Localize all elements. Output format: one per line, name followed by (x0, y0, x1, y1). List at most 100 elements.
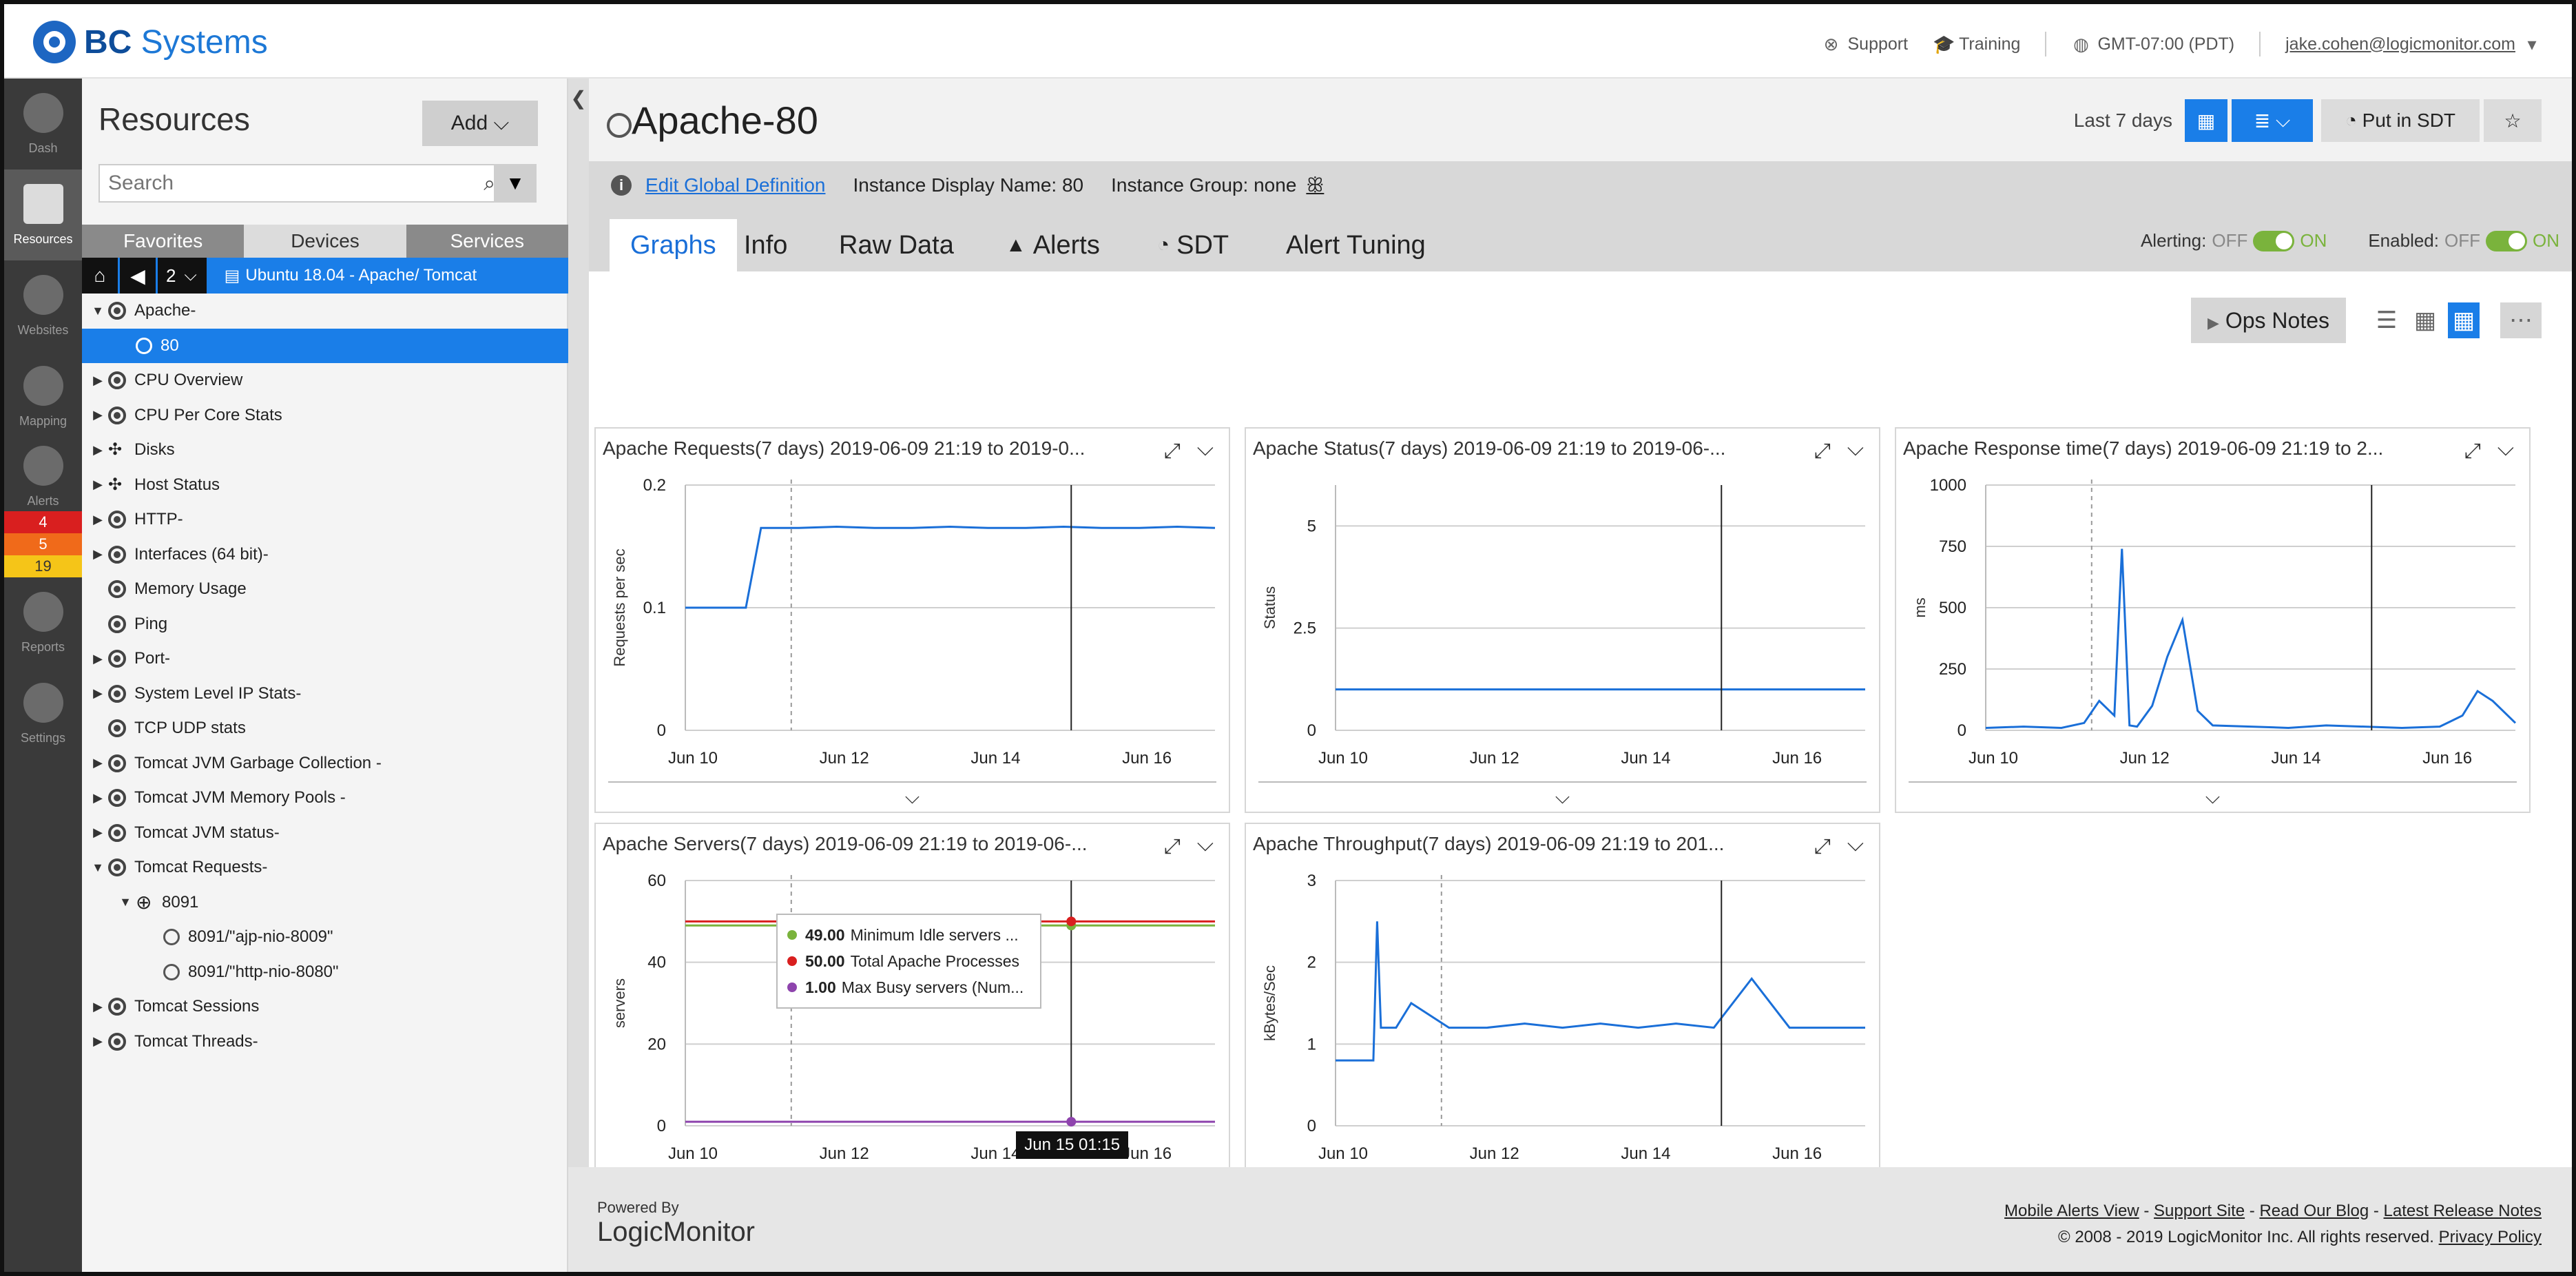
chevron-down-icon[interactable]: ⌵ (1197, 831, 1214, 857)
tab-info[interactable]: Info (744, 219, 787, 271)
tree-item[interactable]: 8091/"http-nio-8080" (82, 955, 568, 990)
brand-logo[interactable]: BC Systems (33, 21, 268, 63)
filter-button[interactable]: ▼ (494, 164, 537, 203)
nav-alerts[interactable]: Alerts (4, 442, 82, 511)
back-button[interactable]: ◀ (120, 258, 156, 294)
three-column-view-button[interactable]: ▦ (2448, 302, 2480, 338)
alerting-switch[interactable] (2253, 230, 2295, 251)
breadcrumb-level-dropdown[interactable]: 2 ⌵ (158, 258, 207, 294)
more-options-button[interactable]: ⋯ (2500, 302, 2542, 338)
tree-item[interactable]: ▼ Tomcat Requests- (82, 850, 568, 885)
caret-down-icon[interactable]: ▼ (87, 861, 108, 875)
tree-item[interactable]: ▶ CPU Per Core Stats (82, 398, 568, 433)
blog-link[interactable]: Read Our Blog (2259, 1202, 2369, 1220)
tab-raw-data[interactable]: Raw Data (839, 219, 954, 271)
chevron-down-icon[interactable]: ⌵ (1197, 435, 1214, 462)
nav-resources[interactable]: Resources (4, 169, 82, 260)
add-button[interactable]: Add ⌵ (422, 101, 538, 146)
tab-devices[interactable]: Devices (244, 225, 406, 258)
caret-down-icon[interactable]: ▼ (87, 304, 108, 318)
nav-dash[interactable]: Dash (4, 79, 82, 169)
support-link[interactable]: ⊗ Support (1822, 34, 1908, 54)
tree-item[interactable]: Ping (82, 607, 568, 642)
expand-icon[interactable]: ⤢ (1814, 440, 1831, 463)
legend-toggle[interactable]: ⌵ (1246, 786, 1879, 809)
enabled-switch[interactable] (2486, 230, 2527, 251)
expand-icon[interactable]: ⤢ (2464, 440, 2481, 463)
enabled-toggle[interactable]: Enabled: OFF ON (2368, 230, 2559, 251)
tab-favorites[interactable]: Favorites (82, 225, 245, 258)
caret-right-icon[interactable]: ▶ (87, 547, 108, 562)
nav-settings[interactable]: Settings (4, 668, 82, 759)
list-view-button[interactable]: ☰ (2371, 302, 2402, 338)
caret-right-icon[interactable]: ▶ (87, 477, 108, 492)
tree-item[interactable]: ▶ Tomcat JVM status- (82, 816, 568, 851)
expand-icon[interactable]: ⤢ (1164, 835, 1181, 858)
alert-badge-warning[interactable]: 19 (4, 555, 82, 577)
search-input[interactable] (100, 165, 458, 201)
legend-toggle[interactable]: ⌵ (1896, 786, 2529, 809)
nav-websites[interactable]: Websites (4, 260, 82, 351)
two-column-view-button[interactable]: ▦ (2409, 302, 2441, 338)
tab-alert-tuning[interactable]: Alert Tuning (1286, 219, 1426, 271)
user-menu[interactable]: jake.cohen@logicmonitor.com ▾ (2285, 34, 2542, 54)
tree-item[interactable]: ▼ ⊕ 8091 (82, 885, 568, 920)
date-range-button[interactable]: ▦ (2185, 99, 2227, 142)
tab-sdt[interactable]: ◔ SDT (1157, 219, 1229, 271)
alert-count-badges[interactable]: 4 5 19 (4, 511, 82, 577)
graph-plot[interactable]: 0 2.5 5 Jun 10 Jun 12 Jun 14 Jun 16 Status (1246, 469, 1879, 772)
tree-item[interactable]: 80 (82, 328, 568, 363)
breadcrumb-path[interactable]: Ubuntu 18.04 - Apache/ Tomcat (245, 266, 477, 285)
group-tree-icon[interactable]: ꕥ (1306, 174, 1324, 197)
favorite-button[interactable]: ☆ (2484, 99, 2542, 142)
training-link[interactable]: 🎓 Training (1933, 34, 2020, 54)
privacy-policy-link[interactable]: Privacy Policy (2439, 1228, 2542, 1246)
caret-right-icon[interactable]: ▶ (87, 408, 108, 422)
tree-item[interactable]: ▶ Tomcat JVM Memory Pools - (82, 781, 568, 816)
tab-graphs[interactable]: Graphs (610, 219, 737, 271)
chevron-down-icon[interactable]: ⌵ (2497, 435, 2514, 462)
alert-badge-critical[interactable]: 4 (4, 511, 82, 533)
caret-right-icon[interactable]: ▶ (87, 756, 108, 770)
collapse-panel-toggle[interactable]: ❮ (568, 79, 589, 1167)
expand-icon[interactable]: ⤢ (1814, 835, 1831, 858)
caret-down-icon[interactable]: ▼ (115, 895, 136, 909)
tree-item[interactable]: ▶ Tomcat Sessions (82, 989, 568, 1025)
caret-right-icon[interactable]: ▶ (87, 825, 108, 840)
tree-item[interactable]: ▶ ✣ Host Status (82, 468, 568, 503)
mobile-alerts-link[interactable]: Mobile Alerts View (2004, 1202, 2139, 1220)
caret-right-icon[interactable]: ▶ (87, 373, 108, 388)
caret-right-icon[interactable]: ▶ (87, 791, 108, 805)
legend-toggle[interactable]: ⌵ (596, 786, 1229, 809)
alert-badge-error[interactable]: 5 (4, 533, 82, 555)
tree-item[interactable]: ▶ HTTP- (82, 502, 568, 537)
caret-right-icon[interactable]: ▶ (87, 1034, 108, 1049)
tree-item[interactable]: ▶ System Level IP Stats- (82, 677, 568, 712)
tree-item[interactable]: ▶ Tomcat JVM Garbage Collection - (82, 746, 568, 781)
release-notes-link[interactable]: Latest Release Notes (2384, 1202, 2542, 1220)
ops-notes-button[interactable]: ▶ Ops Notes (2191, 298, 2346, 343)
home-button[interactable]: ⌂ (82, 258, 118, 294)
tree-item[interactable]: ▶ Tomcat Threads- (82, 1025, 568, 1060)
edit-global-definition-link[interactable]: Edit Global Definition (645, 174, 825, 196)
caret-right-icon[interactable]: ▶ (87, 1000, 108, 1014)
graph-plot[interactable]: 0 250 500 750 1000 Jun 10 Jun 12 Jun 14 Jun 16 ms (1896, 469, 2529, 772)
tree-item[interactable]: Memory Usage (82, 572, 568, 607)
tree-item[interactable]: ▶ ✣ Disks (82, 433, 568, 468)
tree-item[interactable]: 8091/"ajp-nio-8009" (82, 920, 568, 955)
caret-right-icon[interactable]: ▶ (87, 513, 108, 527)
put-in-sdt-button[interactable]: ◔ Put in SDT (2321, 99, 2480, 142)
resource-menu-button[interactable]: ≣ ⌵ (2232, 99, 2313, 142)
tree-item[interactable]: ▶ CPU Overview (82, 363, 568, 398)
alerting-toggle[interactable]: Alerting: OFF ON (2141, 230, 2327, 251)
caret-right-icon[interactable]: ▶ (87, 686, 108, 701)
graph-plot[interactable]: 0 1 2 3 Jun 10 Jun 12 Jun 14 Jun 16 kBytes/Sec (1246, 864, 1879, 1167)
tree-item[interactable]: TCP UDP stats (82, 711, 568, 746)
graph-plot[interactable]: 0 0.1 0.2 Jun 10 Jun 12 Jun 14 Jun 16 Requests … (596, 469, 1229, 772)
tree-item[interactable]: ▶ Interfaces (64 bit)- (82, 537, 568, 573)
nav-reports[interactable]: Reports (4, 577, 82, 668)
graph-plot[interactable]: 0 20 40 60 Jun 10 Jun 12 Jun 14 Jun 16 servers (596, 864, 1229, 1167)
nav-mapping[interactable]: Mapping (4, 351, 82, 442)
timezone-link[interactable]: ◍ GMT-07:00 (PDT) (2071, 34, 2234, 54)
tab-services[interactable]: Services (406, 225, 568, 258)
